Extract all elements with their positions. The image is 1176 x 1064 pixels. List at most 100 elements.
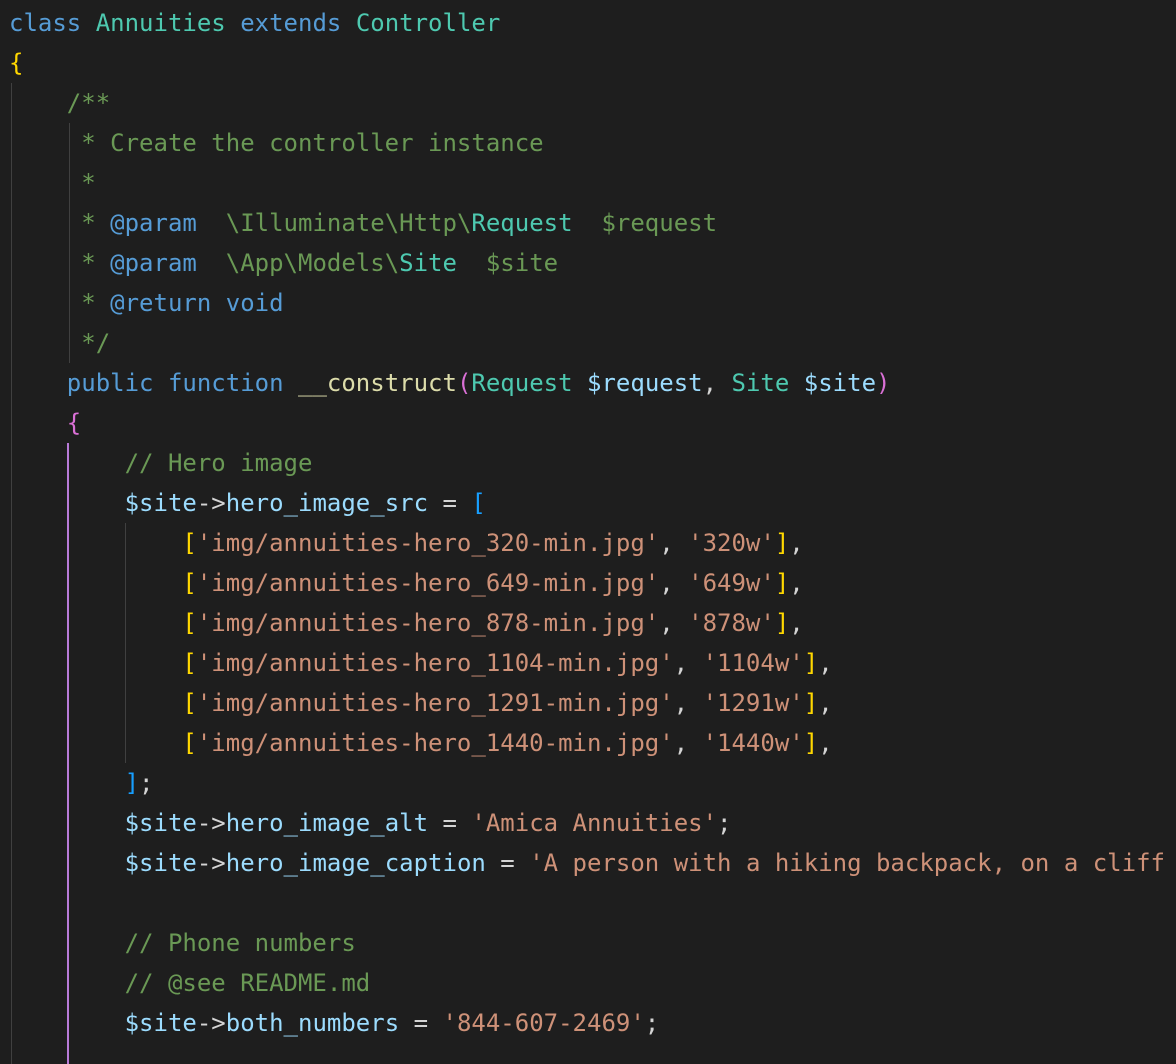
code-token: @param xyxy=(110,209,197,237)
code-token: /** xyxy=(9,89,111,117)
code-line[interactable]: // @see README.md xyxy=(9,963,371,1003)
code-token: ] xyxy=(803,649,819,677)
code-token: function xyxy=(167,369,284,397)
code-token: -> xyxy=(196,849,226,877)
code-token: * xyxy=(9,249,111,277)
code-line[interactable]: $site->hero_image_alt = 'Amica Annuities… xyxy=(9,803,732,843)
code-token: = xyxy=(399,1009,443,1037)
code-line[interactable]: * Create the controller instance xyxy=(9,123,544,163)
code-token: [ xyxy=(471,489,486,517)
code-token: public xyxy=(66,369,154,397)
code-token: 'img/annuities-hero_878-min.jpg' xyxy=(196,609,660,637)
code-token: , xyxy=(659,529,689,557)
code-token: { xyxy=(9,49,24,77)
code-token: ] xyxy=(774,529,790,557)
code-token: $site xyxy=(456,249,559,277)
code-token: -> xyxy=(196,1009,226,1037)
code-token: [ xyxy=(182,569,197,597)
code-token: 'img/annuities-hero_320-min.jpg' xyxy=(196,529,660,557)
code-token: @param xyxy=(110,249,197,277)
code-line[interactable]: ['img/annuities-hero_1440-min.jpg', '144… xyxy=(9,723,832,763)
code-line[interactable]: ['img/annuities-hero_320-min.jpg', '320w… xyxy=(9,523,803,563)
code-token: // Phone numbers xyxy=(9,929,356,957)
code-line[interactable]: */ xyxy=(9,323,110,363)
code-token: $request xyxy=(587,369,703,397)
code-token: , xyxy=(659,569,689,597)
code-line[interactable]: ['img/annuities-hero_1104-min.jpg', '110… xyxy=(9,643,832,683)
code-token: ] xyxy=(124,769,140,797)
code-token: $site xyxy=(124,809,197,837)
code-line[interactable]: class Annuities extends Controller xyxy=(9,3,500,43)
code-line[interactable]: ['img/annuities-hero_878-min.jpg', '878w… xyxy=(9,603,803,643)
code-token: ; xyxy=(644,1009,660,1037)
code-token: 'img/annuities-hero_649-min.jpg' xyxy=(196,569,660,597)
code-token: class xyxy=(9,9,82,37)
code-token: $site xyxy=(803,369,877,397)
code-token: $site xyxy=(124,849,197,877)
code-token: * Create the controller instance xyxy=(9,129,544,157)
code-line[interactable]: { xyxy=(9,403,81,443)
code-token: '649w' xyxy=(688,569,775,597)
code-line[interactable]: ]; xyxy=(9,763,154,803)
code-token: $site xyxy=(124,489,197,517)
code-token: __construct xyxy=(298,369,457,397)
code-token: [ xyxy=(182,689,197,717)
code-token: = xyxy=(428,489,472,517)
code-token: '1291w' xyxy=(702,689,804,717)
code-token: \App\Models\ xyxy=(196,249,400,277)
code-token: hero_image_src xyxy=(225,489,429,517)
code-token: [ xyxy=(182,529,197,557)
code-token: Controller xyxy=(355,9,501,37)
code-token: @return xyxy=(110,289,212,317)
code-line[interactable]: $site->both_numbers = '844-607-2469'; xyxy=(9,1003,660,1043)
code-line[interactable]: // Hero image xyxy=(9,443,313,483)
code-editor[interactable]: class Annuities extends Controller{ /** … xyxy=(0,0,1176,1064)
code-token: , xyxy=(673,649,703,677)
code-line[interactable]: * @param \Illuminate\Http\Request $reque… xyxy=(9,203,717,243)
code-token: '844-607-2469' xyxy=(442,1009,645,1037)
code-token: ] xyxy=(774,569,790,597)
code-token: hero_image_caption xyxy=(225,849,486,877)
code-line[interactable]: * @param \App\Models\Site $site xyxy=(9,243,558,283)
code-token: hero_image_alt xyxy=(225,809,429,837)
code-line[interactable]: // Phone numbers xyxy=(9,923,356,963)
code-token: , xyxy=(673,729,703,757)
code-token: \Illuminate\Http\ xyxy=(196,209,472,237)
code-line[interactable]: /** xyxy=(9,83,110,123)
code-line[interactable]: ['img/annuities-hero_1291-min.jpg', '129… xyxy=(9,683,832,723)
code-line[interactable]: ['img/annuities-hero_649-min.jpg', '649w… xyxy=(9,563,803,603)
code-token: ) xyxy=(876,369,891,397)
code-line[interactable]: $site->hero_image_caption = 'A person wi… xyxy=(9,843,1165,883)
code-token: [ xyxy=(182,649,197,677)
code-token: ] xyxy=(774,609,790,637)
code-token: [ xyxy=(182,729,197,757)
code-token: 'Amica Annuities' xyxy=(471,809,718,837)
code-token: -> xyxy=(196,489,226,517)
code-token: // Hero image xyxy=(9,449,313,477)
code-token: */ xyxy=(9,329,111,357)
code-token: 'A person with a hiking backpack, on a c… xyxy=(529,849,1165,877)
code-line[interactable]: $site->hero_image_src = [ xyxy=(9,483,486,523)
code-line[interactable]: public function __construct(Request $req… xyxy=(9,363,891,403)
code-token: = xyxy=(485,849,530,877)
code-token: ] xyxy=(803,729,819,757)
code-token: 'img/annuities-hero_1440-min.jpg' xyxy=(196,729,674,757)
code-line[interactable]: { xyxy=(9,43,23,83)
code-token: * xyxy=(9,169,96,197)
code-line[interactable]: * xyxy=(9,163,96,203)
code-token: ; xyxy=(139,769,154,797)
code-line[interactable]: * @return void xyxy=(9,283,283,323)
